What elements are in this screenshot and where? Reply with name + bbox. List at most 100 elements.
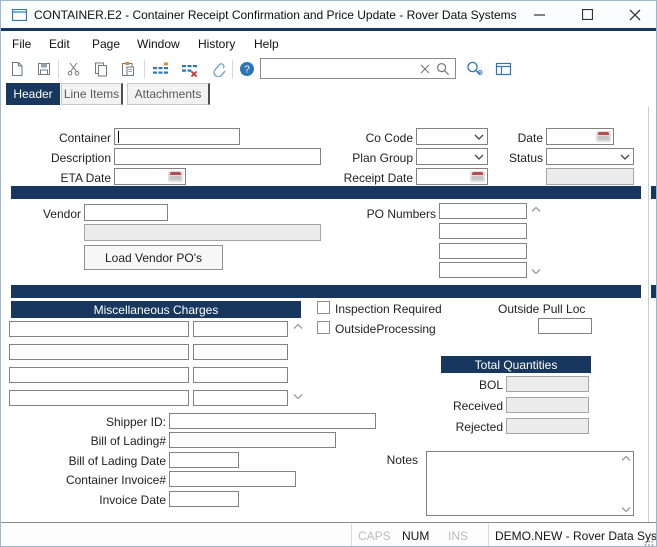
chevron-down-icon [620, 154, 630, 161]
search-icon[interactable] [436, 62, 450, 76]
shipper-id-input[interactable] [169, 413, 376, 429]
menu-file[interactable]: File [12, 37, 31, 51]
container-label: Container [1, 131, 111, 145]
section-divider-band [651, 186, 657, 199]
outside-processing-checkbox[interactable] [317, 321, 330, 334]
total-quantities-header: Total Quantities [441, 356, 591, 373]
misc-charge-amount-input-2[interactable] [193, 344, 288, 360]
misc-charge-desc-input-1[interactable] [9, 321, 189, 337]
minimize-button[interactable] [517, 1, 561, 28]
co-code-label: Co Code [301, 131, 413, 145]
insert-row-icon[interactable] [149, 59, 171, 79]
po-number-input-3[interactable] [439, 243, 527, 259]
cut-icon[interactable] [63, 59, 85, 79]
close-button[interactable] [613, 1, 657, 28]
date-field[interactable] [546, 128, 614, 145]
scroll-down-icon[interactable] [531, 268, 541, 275]
menu-help[interactable]: Help [254, 37, 279, 51]
toolbar-separator [144, 60, 145, 78]
misc-charge-desc-input-3[interactable] [9, 367, 189, 383]
scroll-up-icon[interactable] [621, 455, 631, 462]
new-document-icon[interactable] [6, 59, 28, 79]
outside-pull-loc-input[interactable] [538, 318, 592, 334]
tab-line-items[interactable]: Line Items [61, 83, 123, 105]
title-bar[interactable]: CONTAINER.E2 - Container Receipt Confirm… [1, 1, 656, 28]
container-input[interactable] [114, 128, 240, 145]
vendor-input[interactable] [84, 204, 168, 221]
num-indicator: NUM [402, 529, 429, 543]
invoice-date-label: Invoice Date [1, 493, 166, 507]
lookup-preview-icon[interactable] [464, 59, 486, 79]
resize-grip[interactable] [644, 536, 654, 546]
calendar-icon[interactable] [596, 131, 611, 142]
misc-charge-amount-input-1[interactable] [193, 321, 288, 337]
receipt-date-label: Receipt Date [301, 171, 413, 185]
session-status: DEMO.NEW - Rover Data Systems [495, 529, 657, 543]
ins-indicator: INS [448, 529, 468, 543]
container-invoice-input[interactable] [169, 471, 296, 487]
calendar-icon[interactable] [168, 171, 183, 182]
load-vendor-pos-button[interactable]: Load Vendor PO's [84, 245, 223, 270]
menu-edit[interactable]: Edit [49, 37, 70, 51]
status-aux-field [546, 168, 634, 185]
inspection-required-checkbox[interactable] [317, 301, 330, 314]
po-number-input-2[interactable] [439, 223, 527, 239]
outside-processing-label: OutsideProcessing [335, 322, 436, 336]
notes-label: Notes [351, 453, 418, 467]
tab-header[interactable]: Header [6, 83, 60, 105]
caps-indicator: CAPS [358, 529, 391, 543]
clear-search-icon[interactable] [420, 64, 430, 74]
chevron-down-icon [474, 134, 484, 141]
scroll-down-icon[interactable] [621, 506, 631, 513]
receipt-date-field[interactable] [416, 168, 488, 185]
outside-pull-loc-label: Outside Pull Loc [498, 302, 585, 316]
invoice-date-input[interactable] [169, 491, 239, 507]
notes-textarea[interactable] [426, 451, 634, 516]
po-numbers-label: PO Numbers [331, 207, 436, 221]
toolbar-separator [232, 60, 233, 78]
tab-attachments[interactable]: Attachments [127, 83, 210, 105]
received-field [506, 397, 589, 413]
plan-group-select[interactable] [416, 148, 488, 165]
po-number-input-4[interactable] [439, 262, 527, 278]
misc-charge-amount-input-3[interactable] [193, 367, 288, 383]
scroll-up-icon[interactable] [293, 323, 303, 330]
search-box [260, 58, 456, 79]
menu-window[interactable]: Window [137, 37, 180, 51]
misc-charge-amount-input-4[interactable] [193, 390, 288, 406]
po-number-input-1[interactable] [439, 203, 527, 219]
misc-charge-desc-input-2[interactable] [9, 344, 189, 360]
co-code-select[interactable] [416, 128, 488, 145]
application-window: CONTAINER.E2 - Container Receipt Confirm… [0, 0, 657, 547]
attachment-icon[interactable] [207, 59, 229, 79]
misc-charge-desc-input-4[interactable] [9, 390, 189, 406]
copy-icon[interactable] [90, 59, 112, 79]
text-caret [118, 131, 119, 143]
bill-of-lading-date-input[interactable] [169, 452, 239, 468]
window-layout-icon[interactable] [492, 59, 514, 79]
status-select[interactable] [546, 148, 634, 165]
form-right-border [648, 107, 649, 522]
scroll-down-icon[interactable] [293, 393, 303, 400]
maximize-button[interactable] [565, 1, 609, 28]
plan-group-label: Plan Group [301, 151, 413, 165]
shipper-id-label: Shipper ID: [1, 415, 166, 429]
delete-row-icon[interactable] [178, 59, 200, 79]
bol-field [506, 376, 589, 392]
eta-date-field[interactable] [114, 168, 186, 185]
window-icon [12, 9, 27, 21]
paste-icon[interactable] [117, 59, 139, 79]
bill-of-lading-input[interactable] [169, 432, 336, 448]
calendar-icon[interactable] [470, 171, 485, 182]
svg-text:?: ? [244, 65, 250, 76]
help-icon[interactable]: ? [236, 59, 258, 79]
search-input[interactable] [263, 60, 421, 77]
menu-history[interactable]: History [198, 37, 235, 51]
description-input[interactable] [114, 148, 321, 165]
menu-page[interactable]: Page [92, 37, 120, 51]
scroll-up-icon[interactable] [531, 206, 541, 213]
chevron-down-icon [474, 154, 484, 161]
statusbar-separator [351, 524, 352, 547]
save-icon[interactable] [33, 59, 55, 79]
section-divider-band [11, 285, 641, 298]
